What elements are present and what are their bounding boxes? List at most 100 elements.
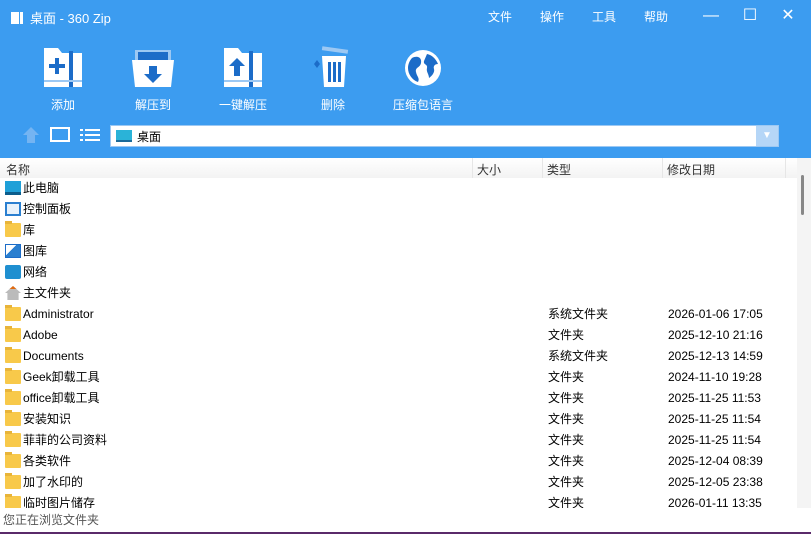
item-name: 加了水印的 [23, 475, 84, 489]
folder-icon [5, 389, 21, 405]
item-date: 2025-12-13 14:59 [668, 349, 763, 363]
list-view-icon[interactable] [80, 128, 100, 142]
item-type: 文件夹 [548, 391, 585, 405]
header-bar: 桌面 - 360 Zip 文件 操作 工具 帮助 — ☐ ✕ 添加 解压到 一键… [0, 0, 811, 158]
folder-icon [5, 347, 21, 363]
folder-icon [5, 494, 21, 508]
item-name: 此电脑 [23, 181, 60, 195]
vertical-scrollbar[interactable] [797, 158, 811, 508]
item-date: 2026-01-11 13:35 [668, 496, 762, 508]
item-name: Documents [23, 349, 84, 363]
item-type: 文件夹 [548, 412, 585, 426]
gallery-icon [5, 244, 21, 258]
column-type[interactable]: 类型 [547, 161, 571, 178]
delete-label: 删除 [320, 98, 345, 112]
up-folder-icon[interactable] [22, 126, 40, 144]
archive-language-label: 压缩包语言 [392, 98, 453, 112]
item-name: Geek卸载工具 [23, 370, 100, 384]
control-icon [5, 202, 21, 216]
maximize-button[interactable]: ☐ [735, 4, 765, 28]
item-name: 安装知识 [23, 412, 72, 426]
list-item[interactable]: Documents 系统文件夹 2025-12-13 14:59 [0, 346, 797, 367]
list-item[interactable]: 各类软件 文件夹 2025-12-04 08:39 [0, 451, 797, 472]
item-name: Adobe [23, 328, 58, 342]
item-name: 控制面板 [23, 202, 72, 216]
item-date: 2025-12-05 23:38 [668, 475, 763, 489]
item-type: 文件夹 [548, 328, 585, 342]
folder-icon [5, 431, 21, 447]
item-name: 各类软件 [23, 454, 72, 468]
item-type: 文件夹 [548, 370, 585, 384]
menu-operate[interactable]: 操作 [540, 8, 564, 25]
globe-icon [405, 50, 441, 86]
trash-icon [314, 46, 349, 87]
item-name: 图库 [23, 244, 48, 258]
menu-file[interactable]: 文件 [488, 8, 512, 25]
scrollbar-thumb[interactable] [801, 175, 804, 215]
extract-to-button[interactable]: 解压到 [113, 46, 193, 113]
item-type: 系统文件夹 [548, 349, 609, 363]
list-item[interactable]: 网络 [0, 262, 797, 283]
add-label: 添加 [50, 98, 75, 112]
item-name: 主文件夹 [23, 286, 72, 300]
item-date: 2024-11-10 19:28 [668, 370, 762, 384]
list-item[interactable]: 安装知识 文件夹 2025-11-25 11:54 [0, 409, 797, 430]
list-item[interactable]: Administrator 系统文件夹 2026-01-06 17:05 [0, 304, 797, 325]
list-item[interactable]: 此电脑 [0, 178, 797, 199]
item-date: 2025-12-04 08:39 [668, 454, 763, 468]
item-date: 2026-01-06 17:05 [668, 307, 763, 321]
item-type: 系统文件夹 [548, 307, 609, 321]
item-date: 2025-11-25 11:53 [668, 391, 761, 405]
thumbnail-view-icon[interactable] [50, 127, 70, 143]
app-logo-icon [11, 11, 23, 24]
home-icon [5, 286, 21, 300]
extract-to-icon [132, 50, 174, 87]
window-title: 桌面 - 360 Zip [30, 11, 111, 26]
address-dropdown-button[interactable]: ▼ [756, 126, 778, 146]
folder-icon [5, 305, 21, 321]
list-item[interactable]: 临时图片储存 文件夹 2026-01-11 13:35 [0, 493, 797, 508]
delete-button[interactable]: 删除 [293, 46, 373, 113]
list-item[interactable]: 库 [0, 220, 797, 241]
list-item[interactable]: 控制面板 [0, 199, 797, 220]
close-button[interactable]: ✕ [773, 4, 803, 28]
computer-icon [5, 181, 21, 195]
item-name: 网络 [23, 265, 48, 279]
add-button[interactable]: 添加 [23, 46, 103, 113]
folder-icon [5, 452, 21, 468]
extract-to-label: 解压到 [134, 98, 171, 112]
column-size[interactable]: 大小 [477, 161, 501, 178]
folder-icon [5, 368, 21, 384]
file-list: 此电脑 控制面板库图库 网络 主文件夹 Administrator 系统文件夹 2026-0… [0, 178, 797, 508]
column-header: 名称 大小 类型 修改日期 [0, 158, 797, 178]
folder-icon [5, 410, 21, 426]
address-bar[interactable]: 桌面 ▼ [110, 125, 779, 147]
item-name: 临时图片储存 [23, 496, 96, 508]
list-item[interactable]: 图库 [0, 241, 797, 262]
menu-help[interactable]: 帮助 [644, 8, 668, 25]
title-bar: 桌面 - 360 Zip [10, 8, 111, 27]
address-value: 桌面 [137, 129, 162, 144]
one-click-extract-icon [224, 48, 262, 87]
item-date: 2025-11-25 11:54 [668, 433, 761, 447]
network-icon [5, 265, 21, 279]
item-type: 文件夹 [548, 496, 585, 508]
folder-icon [5, 473, 21, 489]
minimize-button[interactable]: — [696, 4, 726, 28]
menu-tools[interactable]: 工具 [592, 8, 616, 25]
list-item[interactable]: 主文件夹 [0, 283, 797, 304]
list-item[interactable]: 加了水印的 文件夹 2025-12-05 23:38 [0, 472, 797, 493]
item-type: 文件夹 [548, 454, 585, 468]
item-type: 文件夹 [548, 433, 585, 447]
desktop-icon [116, 130, 132, 142]
item-name: 库 [23, 223, 36, 237]
list-item[interactable]: Geek卸载工具 文件夹 2024-11-10 19:28 [0, 367, 797, 388]
list-item[interactable]: 菲菲的公司资料 文件夹 2025-11-25 11:54 [0, 430, 797, 451]
column-name[interactable]: 名称 [6, 161, 30, 178]
archive-language-button[interactable]: 压缩包语言 [383, 46, 463, 113]
one-click-extract-button[interactable]: 一键解压 [203, 46, 283, 113]
list-item[interactable]: office卸载工具 文件夹 2025-11-25 11:53 [0, 388, 797, 409]
column-date[interactable]: 修改日期 [667, 161, 715, 178]
list-item[interactable]: Adobe 文件夹 2025-12-10 21:16 [0, 325, 797, 346]
item-date: 2025-11-25 11:54 [668, 412, 761, 426]
